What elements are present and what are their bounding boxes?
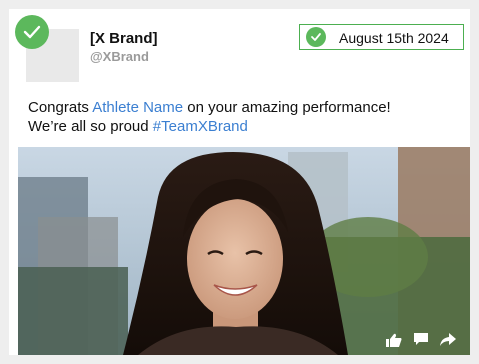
caption-text: We’re all so proud	[28, 118, 153, 135]
caption-text: Congrats	[28, 99, 93, 116]
caption-text: on your amazing performance!	[183, 99, 391, 116]
post-caption: Congrats Athlete Name on your amazing pe…	[28, 98, 458, 136]
athlete-link[interactable]: Athlete Name	[92, 99, 183, 116]
post-actions	[385, 332, 456, 347]
check-circle-icon	[306, 27, 326, 47]
social-post-card: [X Brand] @XBrand August 15th 2024 Congr…	[9, 9, 470, 355]
hashtag-link[interactable]: #TeamXBrand	[153, 118, 248, 135]
thumbs-up-icon[interactable]	[385, 332, 402, 347]
athlete-photo	[18, 147, 470, 355]
brand-handle[interactable]: @XBrand	[90, 49, 149, 64]
brand-name[interactable]: [X Brand]	[90, 30, 158, 47]
check-circle-icon	[15, 15, 49, 49]
post-date: August 15th 2024	[339, 30, 449, 46]
comment-icon[interactable]	[412, 332, 429, 347]
share-icon[interactable]	[439, 332, 456, 347]
date-badge: August 15th 2024	[299, 24, 464, 50]
post-photo[interactable]	[18, 147, 470, 355]
